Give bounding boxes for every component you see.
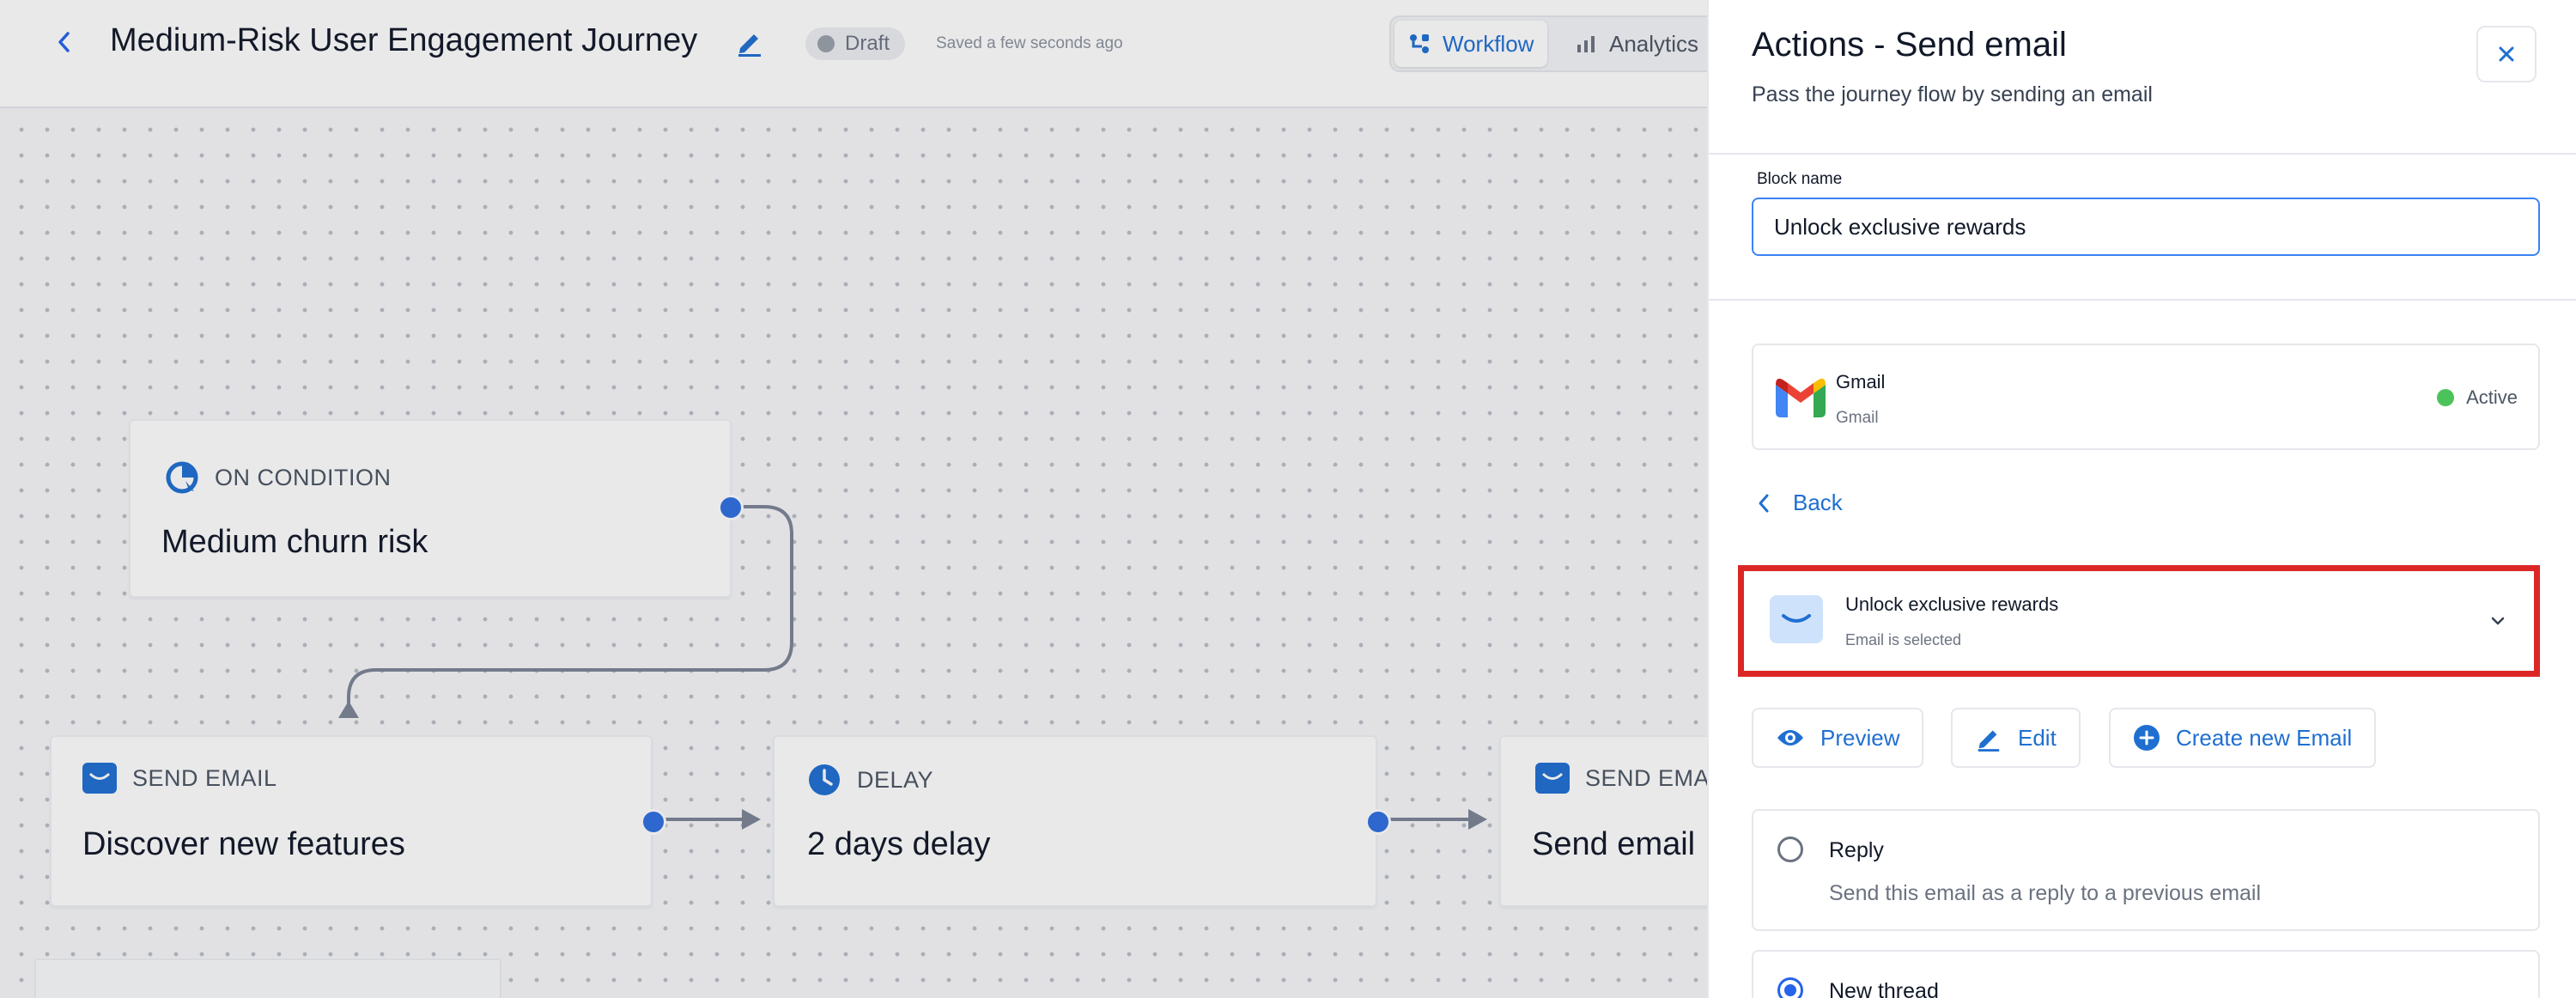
provider-name: Gmail	[1836, 371, 1886, 393]
new-thread-radio[interactable]	[1777, 977, 1803, 998]
close-icon	[2499, 46, 2514, 62]
pencil-icon	[1978, 730, 2000, 752]
send-email-panel: Actions - Send email Pass the journey fl…	[1707, 0, 2576, 998]
plus-circle-icon	[2134, 725, 2160, 751]
selected-email-subtitle: Email is selected	[1845, 631, 1962, 648]
journey-builder: Medium-Risk User Engagement Journey Draf…	[0, 0, 2576, 998]
new-thread-option-title: New thread	[1829, 979, 1939, 998]
block-name-input[interactable]	[1752, 198, 2540, 256]
chevron-left-icon	[1759, 494, 1769, 512]
selected-email-title: Unlock exclusive rewards	[1845, 593, 2059, 615]
eye-icon	[1777, 730, 1803, 745]
back-link[interactable]: Back	[1757, 490, 1843, 516]
create-new-email-label: Create new Email	[2176, 724, 2353, 751]
create-new-email-button[interactable]: Create new Email	[2109, 708, 2377, 768]
chevron-down-icon[interactable]	[2486, 609, 2510, 633]
reply-radio[interactable]	[1777, 837, 1803, 862]
provider-status-label: Active	[2466, 386, 2518, 408]
edit-button-label: Edit	[2018, 724, 2057, 751]
selected-email-dropdown[interactable]: Unlock exclusive rewards Email is select…	[1738, 565, 2540, 677]
gmail-logo-icon	[1776, 378, 1826, 417]
new-thread-option-card[interactable]: New thread	[1752, 950, 2540, 998]
modal-overlay[interactable]	[0, 0, 1717, 998]
divider	[1709, 299, 2576, 301]
back-link-label: Back	[1793, 490, 1843, 515]
active-status-dot-icon	[2437, 389, 2455, 406]
preview-button-label: Preview	[1820, 724, 1900, 751]
panel-subtitle: Pass the journey flow by sending an emai…	[1752, 82, 2153, 106]
provider-subtitle: Gmail	[1836, 409, 1879, 427]
reply-option-title: Reply	[1829, 838, 1884, 862]
close-button[interactable]	[2476, 26, 2537, 82]
panel-title: Actions - Send email	[1752, 26, 2067, 64]
provider-status: Active	[2437, 386, 2518, 409]
reply-option-description: Send this email as a reply to a previous…	[1829, 881, 2262, 905]
reply-option-card[interactable]: Reply Send this email as a reply to a pr…	[1752, 809, 2540, 931]
preview-button[interactable]: Preview	[1752, 708, 1924, 768]
edit-button[interactable]: Edit	[1951, 708, 2081, 768]
email-provider-card[interactable]: Gmail Gmail Active	[1752, 344, 2540, 450]
block-name-label: Block name	[1757, 170, 1843, 188]
divider	[1709, 153, 2576, 155]
envelope-icon	[1770, 595, 1823, 643]
